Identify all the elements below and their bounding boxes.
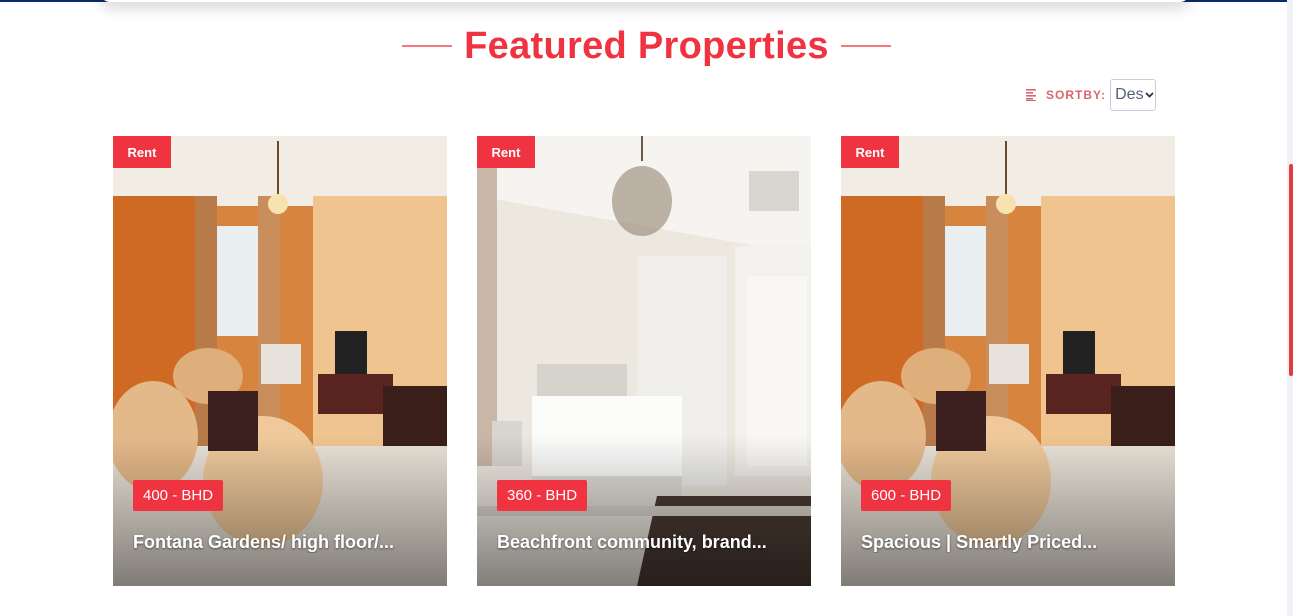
- card-overlay: [113, 436, 447, 586]
- listing-type-badge: Rent: [113, 136, 171, 168]
- price-tag: 400 - BHD: [133, 480, 224, 511]
- price-tag: 600 - BHD: [861, 480, 952, 511]
- property-card[interactable]: Rent 600 - BHD Spacious | Smartly Priced…: [841, 136, 1175, 586]
- sort-selected-value: Desc: [1115, 86, 1144, 103]
- property-title[interactable]: Spacious | Smartly Priced...: [861, 532, 1151, 553]
- sort-select[interactable]: Desc: [1110, 79, 1157, 111]
- price-tag: 360 - BHD: [497, 480, 588, 511]
- heading-right-rule: [840, 45, 891, 47]
- property-card[interactable]: Rent 400 - BHD Fontana Gardens/ high flo…: [113, 136, 447, 586]
- chevron-down-icon: [1145, 92, 1154, 98]
- card-overlay: [477, 436, 811, 586]
- listing-type-badge: Rent: [477, 136, 535, 168]
- sort-label: SORTBY:: [1046, 88, 1107, 102]
- header-shadow: [100, 0, 1190, 2]
- property-card[interactable]: Rent 360 - BHD Beachfront community, bra…: [477, 136, 811, 586]
- section-heading: Featured Properties: [0, 22, 1293, 70]
- property-title[interactable]: Beachfront community, brand...: [497, 532, 787, 553]
- section-title: Featured Properties: [464, 24, 829, 67]
- card-overlay: [841, 436, 1175, 586]
- sort-control: SORTBY: Desc: [1026, 78, 1157, 112]
- property-title[interactable]: Fontana Gardens/ high floor/...: [133, 532, 423, 553]
- scrollbar-thumb[interactable]: [1289, 164, 1293, 376]
- heading-left-rule: [402, 45, 453, 47]
- listing-type-badge: Rent: [841, 136, 899, 168]
- sort-lines-icon: [1026, 89, 1036, 101]
